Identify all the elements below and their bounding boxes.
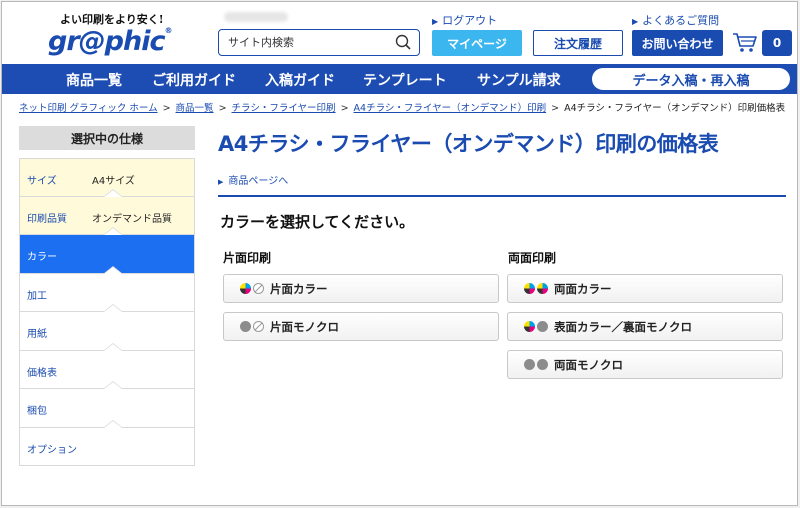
sidebar-item-quality[interactable]: 印刷品質 オンデマンド品質 <box>19 196 195 235</box>
sidebar-item-label: オプション <box>27 444 77 456</box>
breadcrumb-separator: > <box>340 103 349 114</box>
sidebar-item-paper[interactable]: 用紙 <box>19 312 195 351</box>
logo-text: gr@phic <box>48 26 165 57</box>
breadcrumb-flyers[interactable]: チラシ・フライヤー印刷 <box>232 103 336 114</box>
double-sided-heading: 両面印刷 <box>508 251 557 265</box>
sidebar-item-label: 梱包 <box>27 406 47 417</box>
contact-button[interactable]: お問い合わせ <box>632 30 723 56</box>
breadcrumb-separator: > <box>551 103 560 114</box>
user-name-blurred <box>224 12 288 22</box>
color-mode-icons <box>240 321 264 332</box>
sidebar-item-options[interactable]: オプション <box>19 427 195 466</box>
cart-count-badge[interactable]: 0 <box>762 30 792 56</box>
sidebar-heading: 選択中の仕様 <box>19 126 195 150</box>
mypage-button[interactable]: マイページ <box>432 30 522 56</box>
triangle-right-icon: ▶ <box>632 17 639 26</box>
faq-link[interactable]: ▶ よくあるご質問 <box>632 12 719 28</box>
sidebar-item-label: 印刷品質 <box>27 213 67 225</box>
full-color-icon <box>240 283 251 294</box>
sidebar-item-label: 価格表 <box>27 367 57 379</box>
sidebar-item-price-table[interactable]: 価格表 <box>19 350 195 389</box>
nav-item-templates[interactable]: テンプレート <box>363 70 447 90</box>
color-prompt: カラーを選択してください。 <box>220 213 415 231</box>
step-arrow-icon <box>103 304 123 312</box>
step-arrow-icon <box>103 419 123 428</box>
option-label: 両面カラー <box>554 281 612 296</box>
sidebar-item-label: 用紙 <box>27 329 47 340</box>
breadcrumb-separator: > <box>218 103 227 114</box>
product-page-link[interactable]: ▶ 商品ページへ <box>218 172 288 187</box>
full-color-icon <box>537 283 548 294</box>
page-title: A4チラシ・フライヤー（オンデマンド）印刷の価格表 <box>218 132 719 156</box>
full-color-icon <box>524 283 535 294</box>
nav-item-products[interactable]: 商品一覧 <box>66 70 122 90</box>
step-arrow-icon <box>103 265 123 274</box>
page: よい印刷をより安く! gr@phic® ▶ログアウト ▶よくあるご質問 マイペー… <box>1 1 798 506</box>
no-print-icon <box>253 283 264 294</box>
option-label: 両面モノクロ <box>554 357 623 372</box>
monochrome-icon <box>524 359 535 370</box>
triangle-right-icon: ▶ <box>218 178 224 186</box>
logout-link[interactable]: ▶ ログアウト <box>432 12 497 28</box>
breadcrumb-home[interactable]: ネット印刷 グラフィック ホーム <box>19 103 158 114</box>
search-icon[interactable] <box>395 34 411 50</box>
option-front-color-back-mono[interactable]: 表面カラー／裏面モノクロ <box>507 312 783 341</box>
option-label: 表面カラー／裏面モノクロ <box>554 319 692 334</box>
site-logo[interactable]: gr@phic® <box>48 26 172 57</box>
monochrome-icon <box>537 321 548 332</box>
color-mode-icons <box>524 283 548 294</box>
color-mode-icons <box>524 359 548 370</box>
tagline: よい印刷をより安く! <box>60 13 164 26</box>
option-single-mono[interactable]: 片面モノクロ <box>223 312 499 341</box>
color-mode-icons <box>524 321 548 332</box>
logout-label: ログアウト <box>442 14 498 27</box>
breadcrumb-separator: > <box>162 103 171 114</box>
sidebar-item-label: サイズ <box>27 176 57 187</box>
sidebar-item-packing[interactable]: 梱包 <box>19 389 195 428</box>
cart-icon[interactable] <box>732 32 758 54</box>
breadcrumb-products[interactable]: 商品一覧 <box>176 103 214 114</box>
breadcrumb-current: A4チラシ・フライヤー（オンデマンド）印刷価格表 <box>564 103 786 114</box>
site-search <box>218 29 420 56</box>
sidebar-item-value: A4サイズ <box>92 176 135 187</box>
nav-item-guide[interactable]: ご利用ガイド <box>152 70 236 90</box>
step-arrow-icon <box>103 342 123 351</box>
breadcrumb: ネット印刷 グラフィック ホーム > 商品一覧 > チラシ・フライヤー印刷 > A4チラシ・… <box>19 100 785 114</box>
product-page-label: 商品ページへ <box>228 176 289 187</box>
spec-sidebar: サイズ A4サイズ 印刷品質 オンデマンド品質 カラー 加工 用紙 価格表 梱包 オ… <box>19 158 195 466</box>
option-label: 片面カラー <box>270 281 328 296</box>
breadcrumb-a4-flyer[interactable]: A4チラシ・フライヤー（オンデマンド）印刷 <box>354 103 547 114</box>
title-divider <box>218 195 786 197</box>
order-history-button[interactable]: 注文履歴 <box>533 30 623 56</box>
step-arrow-icon <box>103 227 123 235</box>
option-single-color[interactable]: 片面カラー <box>223 274 499 303</box>
step-arrow-icon <box>103 188 123 197</box>
color-mode-icons <box>240 283 264 294</box>
option-label: 片面モノクロ <box>270 319 339 334</box>
sidebar-item-value: オンデマンド品質 <box>92 213 172 225</box>
sidebar-item-label: 加工 <box>27 290 47 302</box>
monochrome-icon <box>537 359 548 370</box>
sidebar-item-label: カラー <box>27 252 57 263</box>
sidebar-item-color[interactable]: カラー <box>19 235 195 274</box>
full-color-icon <box>524 321 535 332</box>
sidebar-item-size[interactable]: サイズ A4サイズ <box>19 158 195 197</box>
sidebar-item-processing[interactable]: 加工 <box>19 273 195 312</box>
option-double-color[interactable]: 両面カラー <box>507 274 783 303</box>
no-print-icon <box>253 321 264 332</box>
monochrome-icon <box>240 321 251 332</box>
data-upload-button[interactable]: データ入稿・再入稿 <box>592 68 790 90</box>
search-input[interactable] <box>219 30 389 55</box>
single-sided-heading: 片面印刷 <box>223 251 272 265</box>
step-arrow-icon <box>103 381 123 389</box>
nav-item-samples[interactable]: サンプル請求 <box>477 70 561 90</box>
nav-item-submission-guide[interactable]: 入稿ガイド <box>265 70 335 90</box>
triangle-right-icon: ▶ <box>432 17 439 26</box>
global-nav: 商品一覧 ご利用ガイド 入稿ガイド テンプレート サンプル請求 データ入稿・再入… <box>2 64 797 94</box>
faq-label: よくあるご質問 <box>642 14 720 27</box>
option-double-mono[interactable]: 両面モノクロ <box>507 350 783 379</box>
registered-mark: ® <box>164 26 172 35</box>
